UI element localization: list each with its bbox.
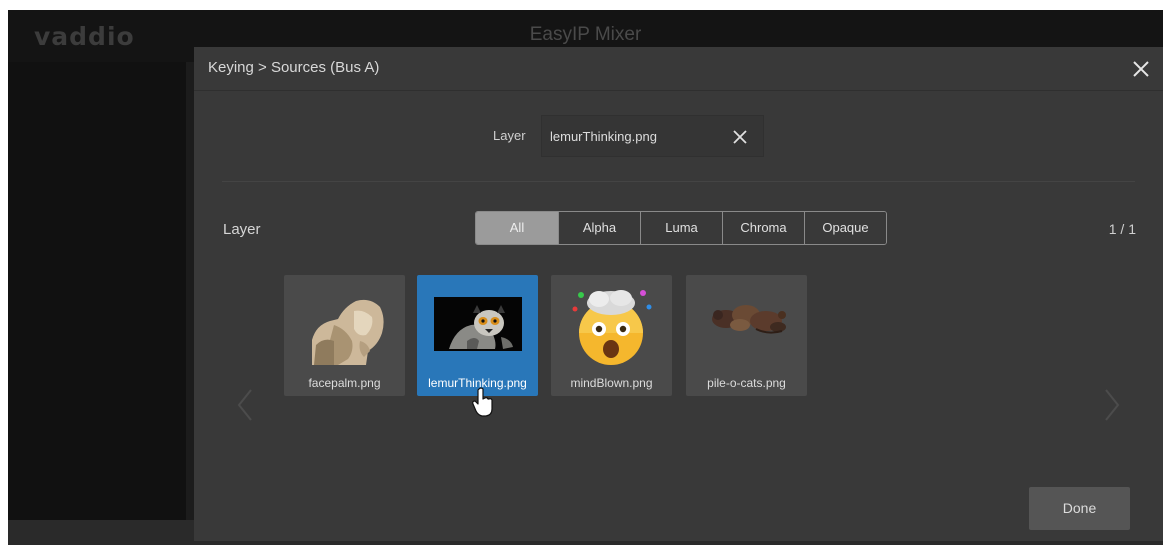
layer-field-label: Layer: [493, 128, 526, 143]
filter-alpha[interactable]: Alpha: [558, 212, 640, 244]
selected-layer-row: Layer lemurThinking.png: [194, 115, 1163, 157]
divider: [222, 181, 1135, 182]
facepalm-thumbnail: [308, 295, 384, 365]
clear-icon: [733, 130, 747, 144]
layer-tile-label: facepalm.png: [308, 376, 381, 390]
previous-page-button[interactable]: [234, 387, 256, 423]
filter-row: Layer All Alpha Luma Chroma Opaque 1 / 1: [194, 211, 1163, 245]
filter-chroma[interactable]: Chroma: [722, 212, 804, 244]
chevron-right-icon: [1105, 389, 1120, 421]
layer-field-value: lemurThinking.png: [550, 129, 657, 144]
layer-tile-mindblown[interactable]: mindBlown.png: [551, 275, 672, 396]
lemur-thumbnail: [434, 297, 522, 351]
close-icon: [1133, 61, 1149, 77]
mind-blown-emoji-thumbnail: [572, 290, 652, 365]
layer-tile-label: mindBlown.png: [570, 376, 653, 390]
layer-section-label: Layer: [223, 221, 261, 238]
filter-luma[interactable]: Luma: [640, 212, 722, 244]
dialog-header: Keying > Sources (Bus A): [194, 47, 1163, 91]
app-title: EasyIP Mixer: [529, 24, 642, 45]
layer-tile-pile-o-cats[interactable]: pile-o-cats.png: [686, 275, 807, 396]
clear-layer-button[interactable]: [731, 128, 749, 146]
layer-tile-label: pile-o-cats.png: [707, 376, 786, 390]
next-page-button[interactable]: [1101, 387, 1123, 423]
done-button[interactable]: Done: [1029, 487, 1130, 530]
dialog-title: Keying > Sources (Bus A): [208, 59, 380, 76]
filter-all[interactable]: All: [476, 212, 558, 244]
hand-pointer-icon: [472, 387, 493, 417]
layer-tile-lemurthinking[interactable]: lemurThinking.png: [417, 275, 538, 396]
pile-of-cats-thumbnail: [712, 305, 786, 334]
filter-tabs: All Alpha Luma Chroma Opaque: [475, 211, 887, 245]
filter-opaque[interactable]: Opaque: [804, 212, 886, 244]
layer-tile-facepalm[interactable]: facepalm.png: [284, 275, 405, 396]
close-button[interactable]: [1129, 57, 1153, 81]
chevron-left-icon: [237, 389, 252, 421]
page-count: 1 / 1: [1108, 221, 1136, 237]
keying-sources-dialog: Keying > Sources (Bus A) Layer lemurThin…: [194, 47, 1163, 541]
layer-field: lemurThinking.png: [541, 115, 764, 157]
left-panel: [8, 62, 186, 520]
